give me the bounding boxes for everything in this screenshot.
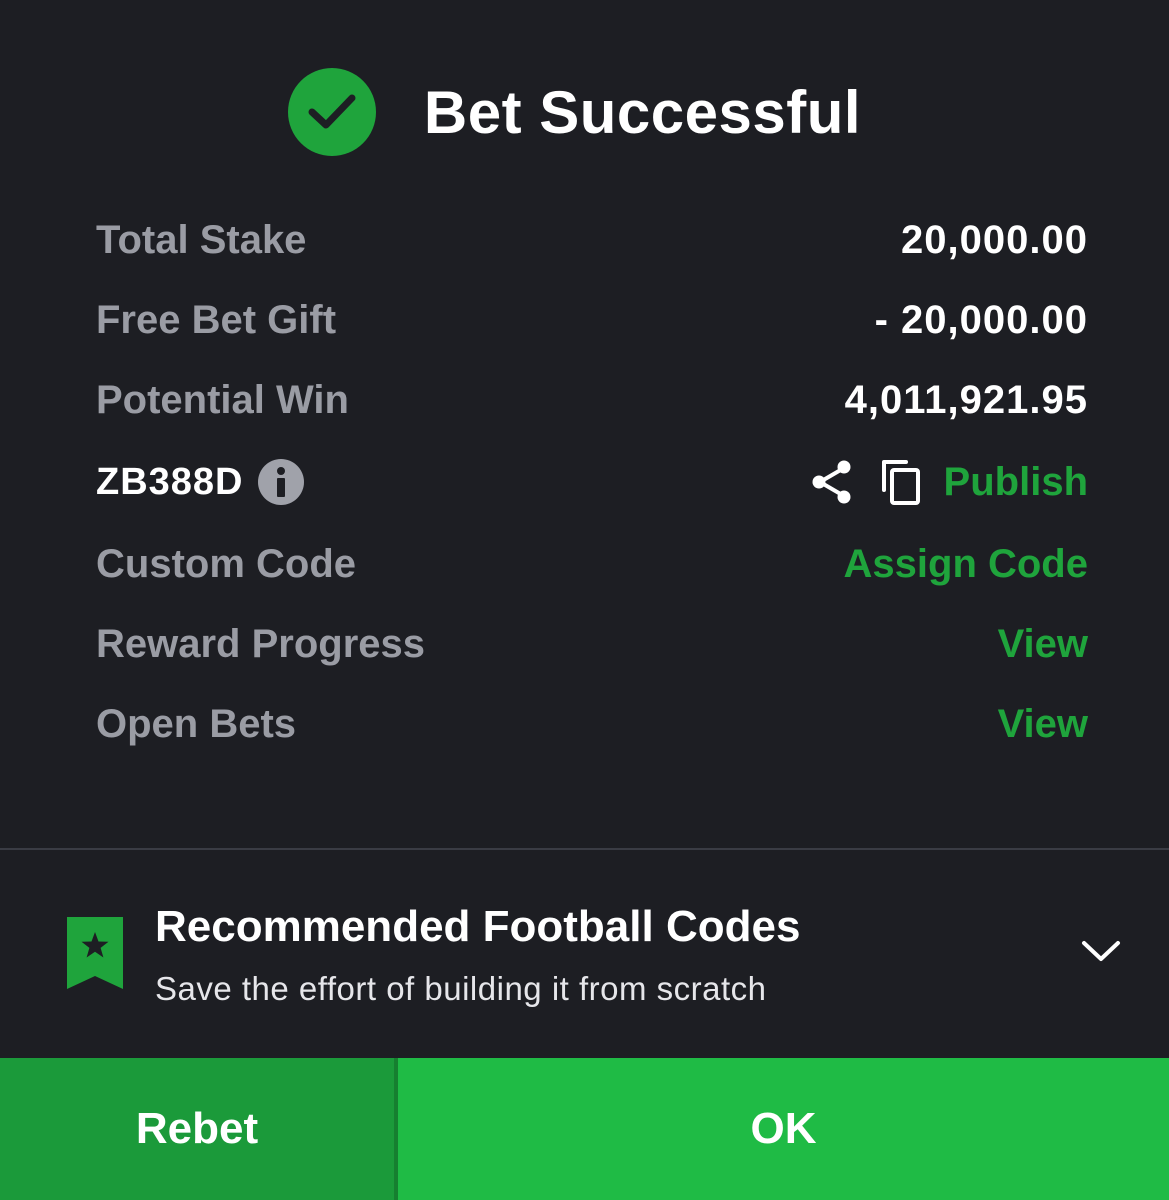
free-bet-label: Free Bet Gift [96, 297, 337, 342]
booking-code-actions: Publish [810, 458, 1088, 506]
bet-success-page: Bet Successful Total Stake 20,000.00 Fre… [0, 0, 1169, 1200]
booking-code: ZB388D [96, 460, 244, 503]
rebet-button[interactable]: Rebet [0, 1058, 394, 1200]
success-header: Bet Successful [0, 66, 1169, 158]
reward-progress-row: Reward Progress View [96, 604, 1088, 684]
section-divider [0, 848, 1169, 850]
open-bets-label: Open Bets [96, 701, 297, 746]
reward-progress-view-link[interactable]: View [998, 622, 1088, 667]
ok-button[interactable]: OK [398, 1058, 1169, 1200]
bet-summary: Total Stake 20,000.00 Free Bet Gift - 20… [96, 200, 1088, 764]
info-icon[interactable] [257, 459, 304, 505]
custom-code-row: Custom Code Assign Code [96, 524, 1088, 604]
action-bar: Rebet OK [0, 1058, 1169, 1200]
custom-code-label: Custom Code [96, 541, 356, 586]
publish-button[interactable]: Publish [944, 460, 1088, 505]
potential-win-value: 4,011,921.95 [844, 377, 1088, 422]
page-title: Bet Successful [423, 78, 862, 146]
potential-win-row: Potential Win 4,011,921.95 [96, 360, 1088, 440]
free-bet-value: - 20,000.00 [874, 297, 1088, 342]
assign-code-link[interactable]: Assign Code [844, 542, 1088, 587]
free-bet-row: Free Bet Gift - 20,000.00 [96, 280, 1088, 360]
potential-win-label: Potential Win [96, 377, 349, 422]
copy-icon[interactable] [880, 458, 922, 506]
open-bets-row: Open Bets View [96, 684, 1088, 764]
total-stake-label: Total Stake [96, 217, 307, 262]
open-bets-view-link[interactable]: View [998, 702, 1088, 747]
recommended-title: Recommended Football Codes [155, 902, 801, 951]
reward-progress-label: Reward Progress [96, 621, 426, 666]
total-stake-row: Total Stake 20,000.00 [96, 200, 1088, 280]
total-stake-value: 20,000.00 [901, 217, 1088, 262]
booking-code-group: ZB388D [96, 459, 304, 505]
check-circle-icon [287, 68, 376, 156]
booking-code-row: ZB388D Publish [96, 440, 1088, 524]
recommended-codes-panel[interactable]: Recommended Football Codes Save the effo… [0, 890, 1169, 1030]
chevron-down-icon[interactable] [1080, 936, 1122, 966]
share-icon[interactable] [810, 459, 854, 505]
recommended-subtitle: Save the effort of building it from scra… [155, 970, 767, 1007]
bookmark-star-icon [67, 917, 123, 989]
